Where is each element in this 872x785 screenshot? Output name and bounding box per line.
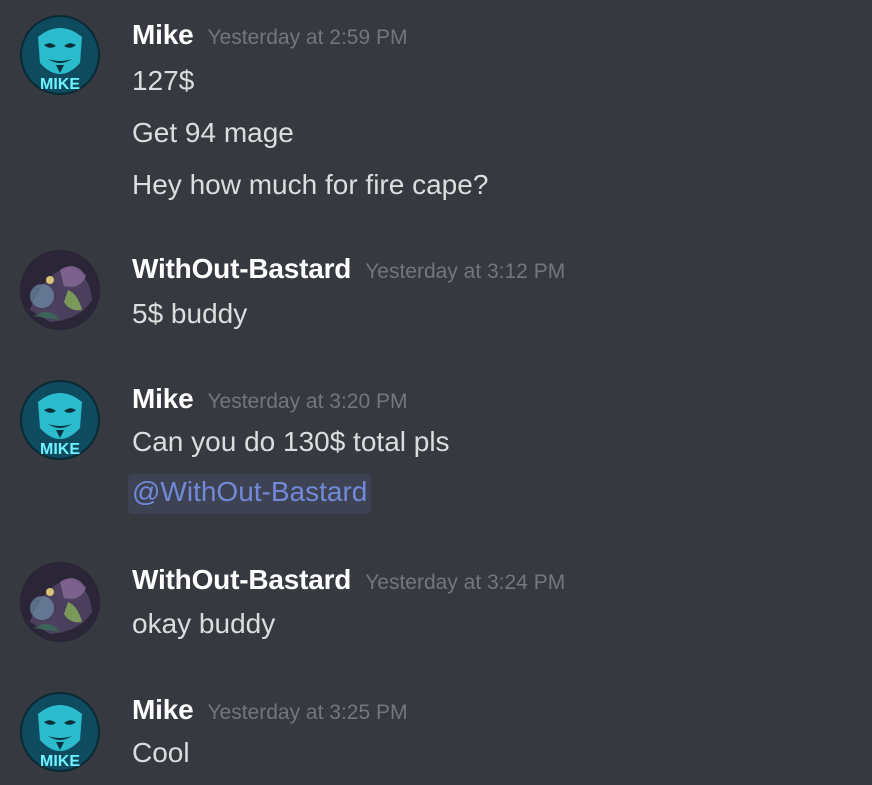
timestamp: Yesterday at 3:25 PM bbox=[207, 701, 408, 724]
message-header: Mike Yesterday at 2:59 PM bbox=[132, 19, 407, 51]
user-mention[interactable]: @WithOut-Bastard bbox=[128, 474, 372, 514]
chat-message-list: MIKE Mike Yesterday at 2:59 PM 127$ Get 9… bbox=[0, 0, 872, 785]
message-text: Can you do 130$ total pls bbox=[132, 426, 450, 457]
message-text: 5$ buddy bbox=[132, 298, 248, 329]
svg-text:MIKE: MIKE bbox=[40, 76, 80, 93]
timestamp: Yesterday at 3:20 PM bbox=[207, 390, 408, 413]
message-text: okay buddy bbox=[132, 608, 276, 639]
message-text: @WithOut-Bastard bbox=[128, 474, 372, 514]
anonymous-mask-icon: MIKE bbox=[20, 380, 100, 460]
avatar[interactable] bbox=[20, 562, 100, 642]
message-header: Mike Yesterday at 3:25 PM bbox=[132, 694, 407, 726]
message-header: WithOut-Bastard Yesterday at 3:12 PM bbox=[132, 253, 565, 285]
avatar[interactable] bbox=[20, 250, 100, 330]
message-header: WithOut-Bastard Yesterday at 3:24 PM bbox=[132, 564, 565, 596]
message-text: Hey how much for fire cape? bbox=[132, 169, 489, 200]
timestamp: Yesterday at 3:24 PM bbox=[365, 571, 566, 594]
fantasy-character-icon bbox=[20, 250, 100, 330]
message-text: Cool bbox=[132, 737, 190, 768]
avatar[interactable]: MIKE bbox=[20, 692, 100, 772]
anonymous-mask-icon: MIKE bbox=[20, 15, 100, 95]
username[interactable]: WithOut-Bastard bbox=[132, 253, 351, 284]
avatar[interactable]: MIKE bbox=[20, 380, 100, 460]
username[interactable]: Mike bbox=[132, 19, 194, 50]
message-text: Get 94 mage bbox=[132, 117, 294, 148]
message-text: 127$ bbox=[132, 65, 195, 96]
avatar[interactable]: MIKE bbox=[20, 15, 100, 95]
username[interactable]: WithOut-Bastard bbox=[132, 564, 351, 595]
svg-text:MIKE: MIKE bbox=[40, 441, 80, 458]
username[interactable]: Mike bbox=[132, 383, 194, 414]
anonymous-mask-icon: MIKE bbox=[20, 692, 100, 772]
timestamp: Yesterday at 3:12 PM bbox=[365, 260, 566, 283]
timestamp: Yesterday at 2:59 PM bbox=[207, 26, 408, 49]
fantasy-character-icon bbox=[20, 562, 100, 642]
svg-text:MIKE: MIKE bbox=[40, 753, 80, 770]
username[interactable]: Mike bbox=[132, 694, 194, 725]
message-header: Mike Yesterday at 3:20 PM bbox=[132, 383, 407, 415]
